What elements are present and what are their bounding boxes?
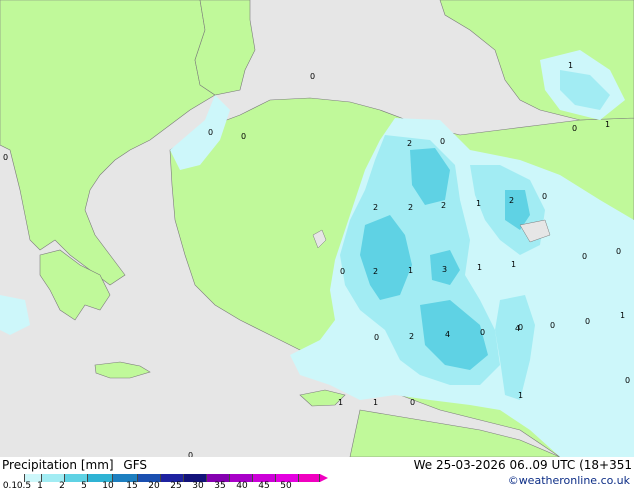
contour-label: 0 (410, 398, 415, 407)
map-title: Precipitation [mm] GFS (2, 458, 147, 472)
contour-label: 3 (442, 265, 447, 274)
contour-label: 2 (409, 332, 414, 341)
contour-label: 1 (476, 199, 481, 208)
precipitation-map: 0 0 0 0 0 1 0 1 2 0 2 2 2 1 2 0 0 2 1 3 … (0, 0, 634, 457)
contour-label: 2 (373, 267, 378, 276)
valid-time: We 25-03-2026 06..09 UTC (18+351 (413, 458, 632, 472)
contour-label: 0 (625, 376, 630, 385)
contour-label: 1 (518, 391, 523, 400)
contour-label: 2 (509, 196, 514, 205)
contour-label: 1 (338, 398, 343, 407)
contour-label: 0 (340, 267, 345, 276)
contour-label: 0 (3, 153, 8, 162)
contour-label: 1 (620, 311, 625, 320)
contour-label: 0 (585, 317, 590, 326)
contour-label: 0 (518, 323, 523, 332)
contour-label: 2 (407, 139, 412, 148)
contour-label: 1 (568, 61, 573, 70)
contour-label: 0 (480, 328, 485, 337)
contour-label: 2 (373, 203, 378, 212)
contour-label: 0 (310, 72, 315, 81)
contour-label: 2 (441, 201, 446, 210)
map-canvas: 0 0 0 0 0 1 0 1 2 0 2 2 2 1 2 0 0 2 1 3 … (0, 0, 634, 457)
contour-label: 1 (477, 263, 482, 272)
contour-label: 0 (374, 333, 379, 342)
credit-link[interactable]: ©weatheronline.co.uk (508, 474, 630, 487)
contour-label: 0 (616, 247, 621, 256)
map-footer: Precipitation [mm] GFS We 25-03-2026 06.… (0, 457, 634, 491)
model-label: GFS (123, 458, 147, 472)
contour-label: 1 (511, 260, 516, 269)
contour-label: 0 (241, 132, 246, 141)
contour-label: 2 (408, 203, 413, 212)
contour-label: 0 (208, 128, 213, 137)
contour-label: 0 (440, 137, 445, 146)
title-label: Precipitation [mm] (2, 458, 114, 472)
contour-label: 0 (550, 321, 555, 330)
contour-label: 4 (445, 330, 450, 339)
contour-label: 0 (542, 192, 547, 201)
contour-label: 1 (408, 266, 413, 275)
contour-label: 1 (373, 398, 378, 407)
contour-label: 1 (605, 120, 610, 129)
contour-label: 0 (572, 124, 577, 133)
contour-label: 0 (582, 252, 587, 261)
